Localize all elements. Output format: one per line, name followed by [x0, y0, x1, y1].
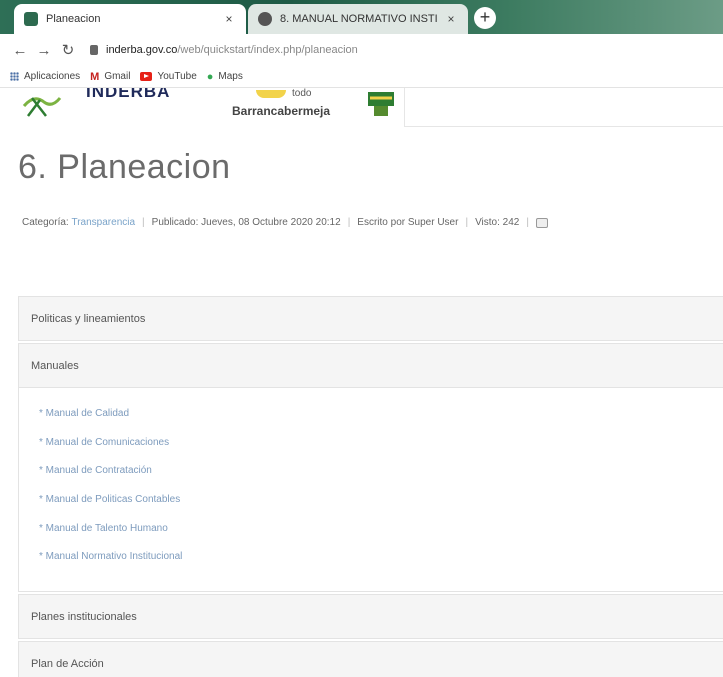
meta-separator: | [465, 217, 469, 228]
globe-icon [258, 12, 272, 26]
browser-toolbar: ← → ↻ inderba.gov.co /web/quickstart/ind… [0, 34, 723, 66]
municipality-logo[interactable]: todo Barrancabermeja [232, 88, 352, 124]
youtube-icon [140, 72, 153, 81]
accordion-header-label: Plan de Acción [31, 657, 104, 670]
shield-icon [368, 92, 394, 116]
bookmark-youtube[interactable]: YouTube [140, 71, 197, 82]
published-date: Publicado: Jueves, 08 Octubre 2020 20:12 [151, 217, 341, 228]
inderba-logo-icon[interactable] [22, 92, 62, 118]
bookmark-label: YouTube [157, 71, 197, 82]
print-icon[interactable] [535, 217, 548, 228]
manual-link[interactable]: * Manual de Comunicaciones [39, 437, 169, 448]
manual-link[interactable]: * Manual de Contratación [39, 465, 152, 476]
municipality-small-text: todo [292, 88, 312, 99]
meta-separator: | [526, 217, 529, 228]
sun-icon [256, 90, 286, 98]
browser-tabstrip: Planeacion × 8. MANUAL NORMATIVO INSTI ×… [0, 0, 723, 34]
list-item: * Manual de Contratación [39, 465, 723, 494]
gmail-icon: M [90, 70, 100, 83]
category-link[interactable]: Transparencia [71, 217, 135, 228]
list-item: * Manual Normativo Institucional [39, 551, 723, 580]
bookmark-label: Gmail [104, 71, 131, 82]
close-icon[interactable]: × [444, 12, 458, 26]
meta-separator: | [142, 217, 145, 228]
page-title: 6. Planeacion [18, 148, 231, 186]
bookmark-maps[interactable]: ● Maps [207, 71, 243, 83]
url-path: /web/quickstart/index.php/planeacion [177, 44, 358, 56]
article-meta: Categoría: Transparencia | Publicado: Ju… [22, 217, 548, 228]
manual-link[interactable]: * Manual Normativo Institucional [39, 551, 182, 562]
manual-link[interactable]: * Manual de Talento Humano [39, 523, 168, 534]
tab-title: 8. MANUAL NORMATIVO INSTI [280, 13, 438, 25]
list-item: * Manual de Politicas Contables [39, 494, 723, 523]
manual-link[interactable]: * Manual de Calidad [39, 408, 129, 419]
tab-planeacion[interactable]: Planeacion × [14, 4, 246, 34]
site-header: INDERBA todo Barrancabermeja [0, 88, 723, 128]
municipality-name: Barrancabermeja [232, 104, 331, 118]
site-favicon-icon [24, 12, 38, 26]
hits-count: Visto: 242 [475, 217, 520, 228]
bookmark-label: Aplicaciones [24, 71, 81, 82]
manual-link[interactable]: * Manual de Politicas Contables [39, 494, 180, 505]
lock-icon [90, 45, 98, 55]
accordion: Politicas y lineamientos Manuales * Manu… [18, 296, 723, 677]
bookmarks-bar: Aplicaciones M Gmail YouTube ● Maps [0, 66, 723, 88]
accordion-header-label: Manuales [31, 359, 79, 372]
maps-pin-icon: ● [206, 70, 214, 83]
bookmark-apps[interactable]: Aplicaciones [10, 71, 80, 82]
tab-title: Planeacion [46, 13, 101, 25]
new-tab-button[interactable]: + [474, 7, 496, 29]
accordion-header-planes[interactable]: Planes institucionales [18, 594, 723, 639]
reload-icon[interactable]: ↻ [56, 41, 80, 59]
list-item: * Manual de Talento Humano [39, 523, 723, 552]
forward-arrow-icon[interactable]: → [32, 42, 56, 59]
close-icon[interactable]: × [222, 12, 236, 26]
manuales-list: * Manual de Calidad * Manual de Comunica… [39, 408, 723, 580]
apps-grid-icon [10, 72, 19, 81]
back-arrow-icon[interactable]: ← [8, 42, 32, 59]
accordion-body-manuales: * Manual de Calidad * Manual de Comunica… [18, 388, 723, 592]
header-divider [404, 126, 723, 127]
tab-manual-normativo[interactable]: 8. MANUAL NORMATIVO INSTI × [248, 4, 468, 34]
author: Escrito por Super User [357, 217, 459, 228]
accordion-header-politicas[interactable]: Politicas y lineamientos [18, 296, 723, 341]
bookmark-gmail[interactable]: M Gmail [90, 71, 130, 83]
logo-text: INDERBA [86, 88, 171, 101]
address-bar[interactable]: inderba.gov.co /web/quickstart/index.php… [90, 44, 358, 56]
accordion-header-manuales[interactable]: Manuales [18, 343, 723, 388]
accordion-header-label: Planes institucionales [31, 610, 137, 623]
category-label: Categoría: [22, 217, 69, 228]
meta-separator: | [347, 217, 351, 228]
bookmark-label: Maps [218, 71, 243, 82]
header-divider [404, 88, 405, 127]
accordion-header-plan-accion[interactable]: Plan de Acción [18, 641, 723, 677]
list-item: * Manual de Calidad [39, 408, 723, 437]
list-item: * Manual de Comunicaciones [39, 437, 723, 466]
accordion-header-label: Politicas y lineamientos [31, 312, 146, 325]
url-host: inderba.gov.co [106, 44, 178, 56]
